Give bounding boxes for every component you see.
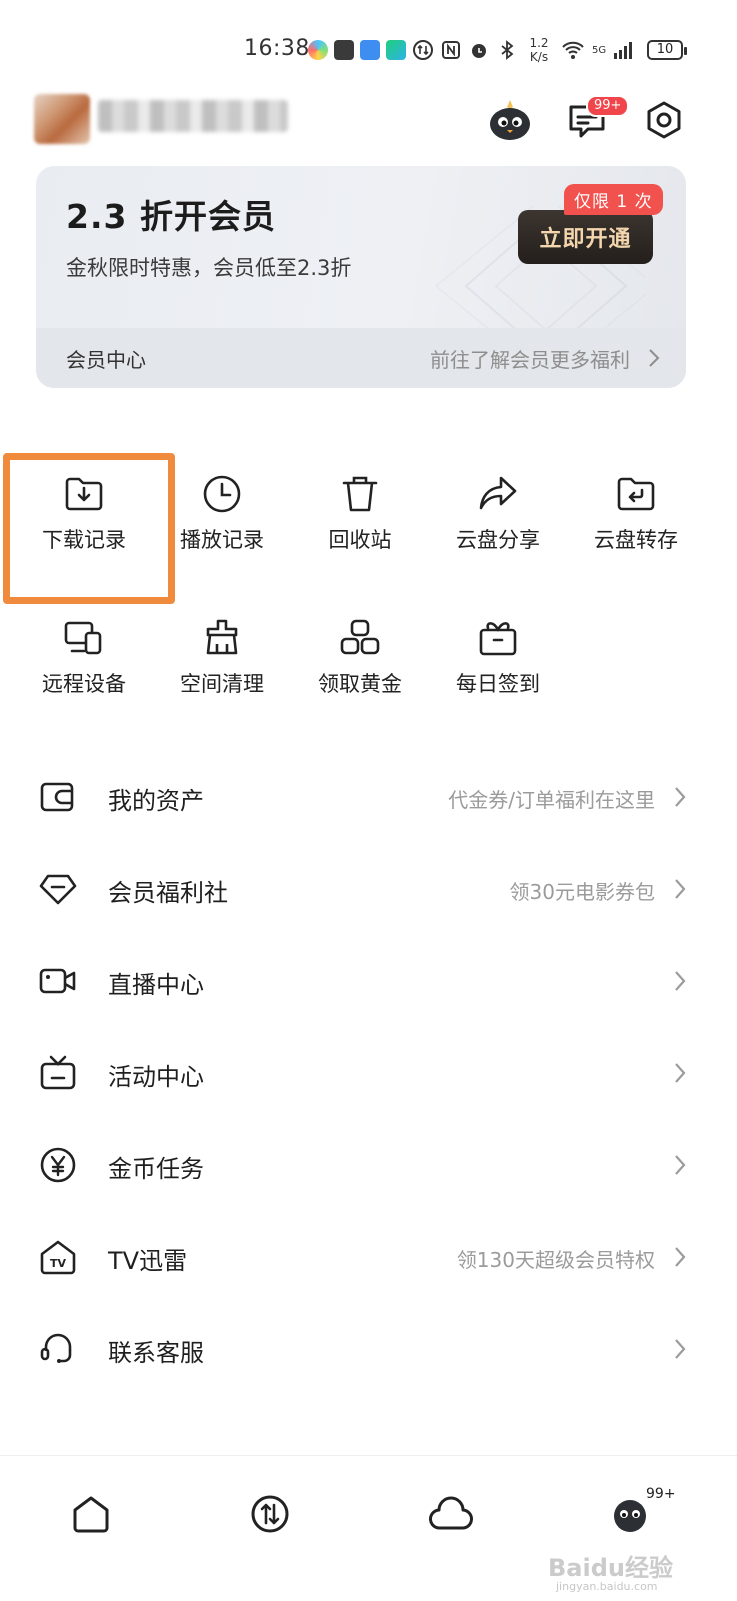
baidu-watermark: Baidu经验	[548, 1554, 673, 1582]
transfer-tab-icon[interactable]	[246, 1490, 294, 1538]
menu-hint: 代金券/订单福利在这里	[448, 788, 655, 812]
grid-label: 领取黄金	[318, 672, 402, 696]
tv-box-icon	[40, 1055, 76, 1090]
grid-item-remote-devices[interactable]: 远程设备	[15, 596, 153, 706]
grid-label: 云盘转存	[594, 528, 678, 552]
transfer-icon	[413, 40, 433, 60]
signal-icon	[614, 42, 633, 59]
vip-title: 2.3 折开会员	[66, 197, 276, 236]
svg-text:TV: TV	[50, 1257, 67, 1270]
grid-label: 空间清理	[180, 672, 264, 696]
menu-item-activity-center[interactable]: 活动中心	[0, 1027, 737, 1119]
grid-label: 远程设备	[42, 672, 126, 696]
folder-return-icon	[617, 477, 655, 511]
menu-label: 活动中心	[108, 1063, 204, 1091]
wifi-icon	[562, 41, 584, 59]
chevron-right-icon	[675, 879, 686, 899]
devices-icon	[64, 621, 102, 655]
menu-hint: 领130天超级会员特权	[456, 1248, 655, 1272]
vip-center-label: 会员中心	[66, 347, 146, 372]
wallet-icon	[40, 782, 74, 812]
iqiyi-notification-icon	[386, 40, 406, 60]
clock-icon	[203, 475, 241, 513]
message-badge: 99+	[586, 95, 630, 117]
cloud-tab-icon[interactable]	[427, 1490, 475, 1538]
network-type: 5G	[592, 44, 607, 56]
bluetooth-icon	[501, 40, 514, 60]
username-blurred[interactable]	[98, 100, 288, 132]
baidu-watermark-url: jingyan.baidu.com	[556, 1580, 658, 1593]
chevron-right-icon	[675, 1339, 686, 1359]
settings-button[interactable]	[640, 96, 688, 144]
vip-card[interactable]: 2.3 折开会员 金秋限时特惠，会员低至2.3折 立即开通 仅限 1 次 会员中…	[36, 166, 686, 388]
menu-item-coin-tasks[interactable]: 金币任务	[0, 1119, 737, 1211]
vip-subtitle: 金秋限时特惠，会员低至2.3折	[66, 256, 352, 280]
menu-label: 我的资产	[108, 787, 204, 815]
chevron-right-icon	[675, 1063, 686, 1083]
chevron-right-icon	[649, 349, 660, 367]
grid-item-space-cleanup[interactable]: 空间清理	[153, 596, 291, 706]
chevron-right-icon	[675, 1247, 686, 1267]
upload-notification-icon	[334, 40, 354, 60]
grid-item-recycle-bin[interactable]: 回收站	[291, 452, 429, 562]
tv-house-icon: TV	[40, 1240, 76, 1275]
menu-label: 联系客服	[108, 1339, 204, 1367]
mascot-icon	[490, 100, 530, 140]
diamond-icon	[39, 874, 77, 905]
highlight-box	[3, 453, 175, 604]
menu-item-live-center[interactable]: 直播中心	[0, 935, 737, 1027]
status-time: 16:38	[244, 36, 310, 61]
grid-item-claim-gold[interactable]: 领取黄金	[291, 596, 429, 706]
bird-notification-icon	[360, 40, 380, 60]
status-bar: 16:38 1.2 K/s 5G 10	[0, 0, 737, 100]
menu-item-tv-thunder[interactable]: TV TV迅雷 领130天超级会员特权	[0, 1211, 737, 1303]
grid-item-daily-checkin[interactable]: 每日签到	[429, 596, 567, 706]
battery-icon: 10	[647, 40, 687, 60]
home-tab-icon[interactable]	[67, 1490, 115, 1538]
broom-icon	[206, 619, 238, 655]
gift-icon	[479, 622, 517, 656]
grid-label: 回收站	[328, 528, 392, 552]
menu-item-vip-welfare[interactable]: 会员福利社 领30元电影券包	[0, 843, 737, 935]
menu-label: 金币任务	[108, 1155, 204, 1183]
chevron-right-icon	[675, 1155, 686, 1175]
limited-tag: 仅限 1 次	[564, 184, 663, 215]
grid-item-cloud-share[interactable]: 云盘分享	[429, 452, 567, 562]
net-speed: 1.2 K/s	[529, 36, 549, 64]
menu-label: 会员福利社	[108, 879, 228, 907]
grid-item-cloud-save[interactable]: 云盘转存	[567, 452, 705, 562]
video-camera-icon	[39, 968, 76, 994]
open-vip-button[interactable]: 立即开通	[518, 210, 653, 264]
nfc-icon	[442, 41, 460, 59]
menu-item-customer-service[interactable]: 联系客服	[0, 1303, 737, 1395]
trash-icon	[342, 476, 378, 512]
status-icons: 1.2 K/s 5G	[308, 36, 634, 64]
yen-coin-icon	[40, 1147, 76, 1183]
grid-label: 每日签到	[456, 672, 540, 696]
settings-icon	[647, 101, 681, 139]
alarm-icon	[472, 44, 486, 58]
chevron-right-icon	[675, 971, 686, 991]
vip-more-link[interactable]: 前往了解会员更多福利	[430, 344, 630, 373]
app-notification-icon	[308, 40, 328, 60]
grid-label: 播放记录	[180, 528, 264, 552]
gold-bars-icon	[340, 619, 380, 655]
headset-icon	[40, 1333, 72, 1363]
mascot-button[interactable]	[486, 96, 534, 144]
menu-label: 直播中心	[108, 971, 204, 999]
vip-center-bar[interactable]: 会员中心 前往了解会员更多福利	[36, 328, 686, 388]
menu-item-my-assets[interactable]: 我的资产 代金券/订单福利在这里	[0, 751, 737, 843]
share-icon	[479, 476, 517, 510]
grid-label: 云盘分享	[456, 528, 540, 552]
menu-label: TV迅雷	[108, 1247, 188, 1275]
profile-badge: 99+	[646, 1486, 676, 1502]
avatar[interactable]	[34, 94, 90, 144]
chevron-right-icon	[675, 787, 686, 807]
bottom-tab-bar: 99+ Baidu经验 jingyan.baidu.com	[0, 1455, 737, 1601]
menu-hint: 领30元电影券包	[509, 880, 655, 904]
